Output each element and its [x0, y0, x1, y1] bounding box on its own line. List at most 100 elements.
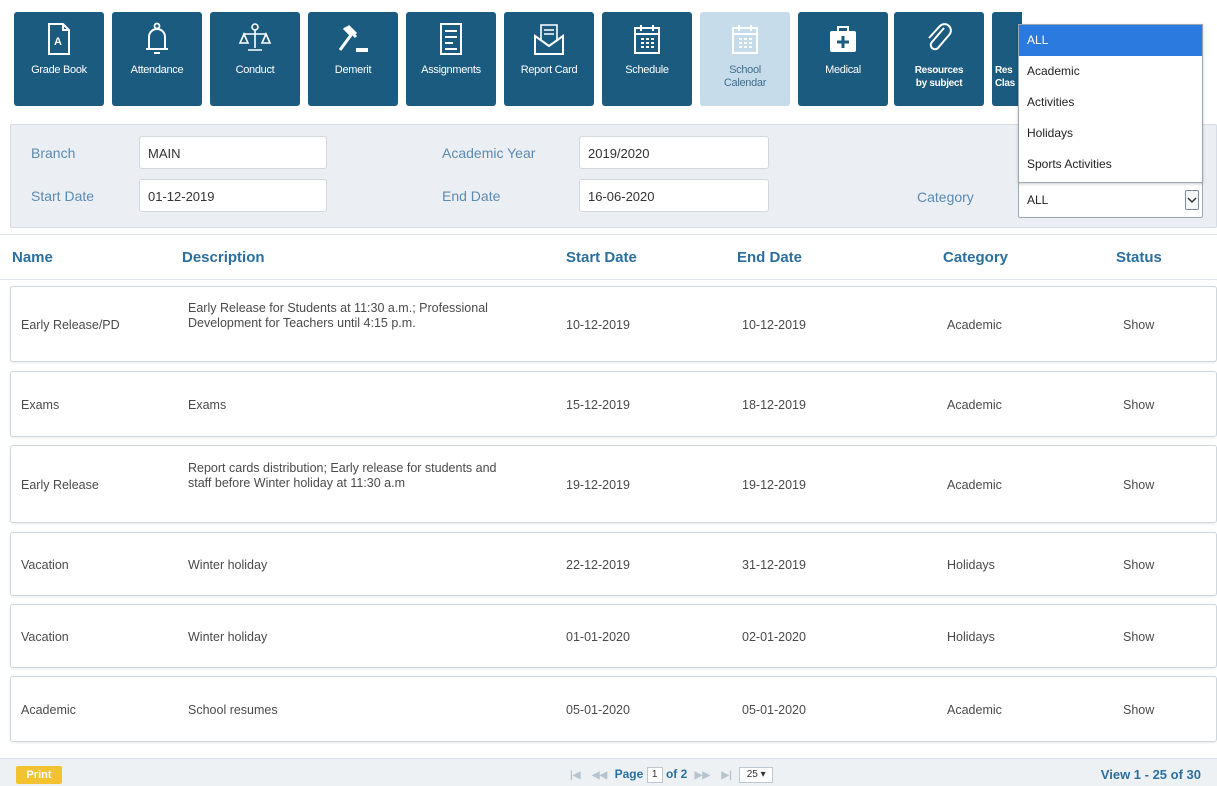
category-option-activities[interactable]: Activities: [1019, 87, 1202, 118]
prev-page-icon[interactable]: ◀◀: [592, 770, 607, 781]
table-row[interactable]: Early Release/PD Early Release for Stude…: [10, 286, 1217, 362]
row-start-date: 05-01-2020: [566, 703, 630, 717]
table-row[interactable]: Early Release Report cards distribution;…: [10, 445, 1217, 523]
row-category: Academic: [947, 318, 1002, 332]
row-start-date: 01-01-2020: [566, 630, 630, 644]
row-category: Academic: [947, 478, 1002, 492]
print-button[interactable]: Print: [16, 766, 62, 784]
resources-by-subject-button[interactable]: Resources by subject: [894, 12, 984, 106]
category-select[interactable]: ALL: [1018, 182, 1203, 218]
resources-by-subject-label: Resources by subject: [914, 65, 964, 89]
school-calendar-icon: [732, 25, 758, 54]
page-count: of 2: [665, 767, 688, 782]
assignment-list-icon: [440, 23, 462, 55]
page-size-value: 25: [746, 769, 758, 780]
end-date-field[interactable]: 16-06-2020: [579, 179, 769, 212]
row-description: Winter holiday: [188, 630, 268, 644]
row-name: Vacation: [21, 558, 69, 572]
medical-button[interactable]: Medical: [798, 12, 888, 106]
row-description: Exams: [188, 398, 227, 412]
attendance-button[interactable]: Attendance: [112, 12, 202, 106]
table-row[interactable]: Academic School resumes 05-01-2020 05-01…: [10, 676, 1217, 742]
schedule-button[interactable]: Schedule: [602, 12, 692, 106]
row-start-date: 15-12-2019: [566, 398, 630, 412]
paperclip-icon: [928, 23, 952, 51]
row-name: Early Release/PD: [21, 318, 120, 332]
assignments-button[interactable]: Assignments: [406, 12, 496, 106]
category-select-value: ALL: [1027, 193, 1049, 207]
conduct-button[interactable]: Conduct: [210, 12, 300, 106]
row-status: Show: [1123, 318, 1155, 332]
bell-icon: [146, 22, 168, 54]
medical-kit-icon: [830, 26, 856, 52]
col-header-description[interactable]: Description: [182, 249, 265, 266]
row-start-date: 10-12-2019: [566, 318, 630, 332]
gavel-icon: [338, 24, 368, 52]
conduct-label: Conduct: [235, 64, 275, 76]
attendance-label: Attendance: [130, 64, 184, 76]
category-option-academic[interactable]: Academic: [1019, 56, 1202, 87]
school-calendar-button[interactable]: School Calendar: [700, 12, 790, 106]
demerit-label: Demerit: [334, 64, 372, 76]
balance-icon: [238, 23, 272, 51]
row-end-date: 10-12-2019: [742, 318, 806, 332]
row-end-date: 18-12-2019: [742, 398, 806, 412]
academic-year-field[interactable]: 2019/2020: [579, 136, 769, 169]
table-footer: Print |◀ ◀◀ Page 1 of 2 ▶▶ ▶| 25 ▾ View …: [0, 758, 1217, 786]
table-row[interactable]: Vacation Winter holiday 01-01-2020 02-01…: [10, 604, 1217, 668]
category-option-sports-activities[interactable]: Sports Activities: [1019, 149, 1202, 180]
category-dropdown-list: ALL Academic Activities Holidays Sports …: [1018, 24, 1203, 183]
page-input[interactable]: 1: [646, 767, 663, 783]
school-calendar-label: School Calendar: [723, 64, 767, 89]
svg-text:A: A: [54, 36, 62, 48]
row-end-date: 02-01-2020: [742, 630, 806, 644]
row-name: Academic: [21, 703, 76, 717]
category-option-all[interactable]: ALL: [1019, 25, 1202, 56]
grade-book-icon: A: [48, 23, 70, 55]
first-page-icon[interactable]: |◀: [570, 770, 581, 781]
col-header-name[interactable]: Name: [12, 249, 53, 266]
last-page-icon[interactable]: ▶|: [721, 770, 732, 781]
next-page-icon[interactable]: ▶▶: [695, 770, 710, 781]
page-label: Page: [614, 767, 644, 782]
col-header-start-date[interactable]: Start Date: [566, 249, 637, 266]
medical-label: Medical: [825, 64, 861, 76]
chevron-down-icon[interactable]: [1185, 190, 1199, 210]
row-category: Holidays: [947, 558, 995, 572]
assignments-label: Assignments: [421, 64, 481, 76]
col-header-category[interactable]: Category: [943, 249, 1008, 266]
category-label: Category: [917, 189, 974, 205]
row-name: Exams: [21, 398, 60, 412]
row-status: Show: [1123, 398, 1155, 412]
end-date-label: End Date: [442, 188, 501, 204]
table-row[interactable]: Vacation Winter holiday 22-12-2019 31-12…: [10, 532, 1217, 596]
col-header-status[interactable]: Status: [1116, 249, 1162, 266]
start-date-field[interactable]: 01-12-2019: [139, 179, 327, 212]
row-description: School resumes: [188, 703, 278, 717]
row-name: Early Release: [21, 478, 99, 492]
page-size-select[interactable]: 25 ▾: [739, 767, 774, 783]
row-description: Early Release for Students at 11:30 a.m.…: [188, 301, 488, 330]
schedule-label: Schedule: [625, 64, 669, 76]
row-category: Academic: [947, 703, 1002, 717]
row-status: Show: [1123, 558, 1155, 572]
academic-year-label: Academic Year: [442, 145, 536, 161]
row-status: Show: [1123, 630, 1155, 644]
table-header: Name Description Start Date End Date Cat…: [0, 234, 1217, 280]
branch-field[interactable]: MAIN: [139, 136, 327, 169]
row-name: Vacation: [21, 630, 69, 644]
table-row[interactable]: Exams Exams 15-12-2019 18-12-2019 Academ…: [10, 371, 1217, 437]
row-start-date: 22-12-2019: [566, 558, 630, 572]
pager: |◀ ◀◀ Page 1 of 2 ▶▶ ▶| 25 ▾: [566, 767, 774, 783]
report-card-button[interactable]: Report Card: [504, 12, 594, 106]
row-description: Winter holiday: [188, 558, 268, 572]
start-date-label: Start Date: [31, 188, 95, 204]
row-category: Holidays: [947, 630, 995, 644]
grade-book-label: Grade Book: [31, 64, 87, 76]
grade-book-button[interactable]: A Grade Book: [14, 12, 104, 106]
row-end-date: 19-12-2019: [742, 478, 806, 492]
demerit-button[interactable]: Demerit: [308, 12, 398, 106]
col-header-end-date[interactable]: End Date: [737, 249, 802, 266]
category-option-holidays[interactable]: Holidays: [1019, 118, 1202, 149]
view-records-info: View 1 - 25 of 30: [1100, 767, 1201, 782]
